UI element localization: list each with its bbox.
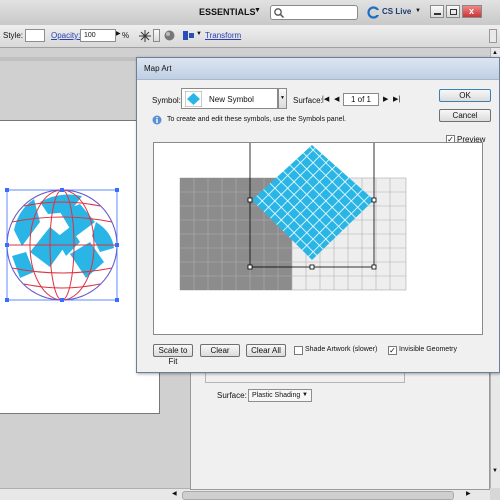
shade-artwork-checkbox[interactable] xyxy=(294,346,303,355)
next-icon[interactable]: ▶ xyxy=(383,95,388,103)
search-input[interactable] xyxy=(270,5,358,20)
cancel-button[interactable]: Cancel xyxy=(439,109,491,122)
align-icon[interactable] xyxy=(182,29,195,42)
invisible-geometry-label: Invisible Geometry xyxy=(399,346,457,353)
cs-live-menu[interactable]: CS Live xyxy=(382,7,411,16)
chevron-down-icon[interactable]: ▼ xyxy=(196,31,202,37)
map-art-dialog: Map Art Symbol: New Symbol ▼ Surface: |◀… xyxy=(136,57,500,373)
surface-label: Surface: xyxy=(217,391,247,400)
workspace-switcher[interactable]: ESSENTIALS xyxy=(199,7,256,17)
style-label: Style: xyxy=(3,31,24,40)
chevron-down-icon[interactable]: ▼ xyxy=(415,8,421,14)
chevron-down-icon[interactable]: ▼ xyxy=(278,88,287,109)
info-text: To create and edit these symbols, use th… xyxy=(167,116,346,123)
shade-artwork-label: Shade Artwork (slower) xyxy=(305,346,378,353)
application-bar: ESSENTIALS ▼ CS Live ▼ x xyxy=(0,0,500,26)
info-icon xyxy=(152,115,162,125)
first-icon[interactable]: |◀ xyxy=(322,95,329,103)
sphere-artwork[interactable] xyxy=(0,182,125,307)
globe-icon[interactable] xyxy=(163,29,176,42)
scroll-up-icon[interactable]: ▲ xyxy=(492,50,498,56)
opacity-field[interactable]: 100 xyxy=(80,29,116,42)
clear-button[interactable]: Clear xyxy=(200,344,240,357)
symbol-select[interactable]: New Symbol xyxy=(181,88,278,109)
restore-icon[interactable] xyxy=(446,5,460,18)
opacity-percent: % xyxy=(122,31,130,40)
scroll-right-icon[interactable]: ▶ xyxy=(466,490,471,497)
horizontal-scroll-thumb[interactable] xyxy=(182,491,454,500)
minimize-icon[interactable] xyxy=(430,5,444,18)
document-tab-strip xyxy=(0,57,136,61)
close-icon[interactable]: x xyxy=(462,5,482,18)
chevron-down-icon[interactable] xyxy=(153,29,160,42)
search-icon xyxy=(274,8,285,19)
map-art-preview[interactable] xyxy=(153,142,483,335)
transform-link[interactable]: Transform xyxy=(205,31,241,40)
surface-label: Surface: xyxy=(293,96,323,105)
ok-button[interactable]: OK xyxy=(439,89,491,102)
recolor-icon[interactable] xyxy=(138,29,152,43)
dialog-title-bar[interactable]: Map Art xyxy=(137,58,499,80)
invisible-geometry-checkbox[interactable]: ✓ xyxy=(388,346,397,355)
dialog-title: Map Art xyxy=(144,64,172,73)
opacity-link[interactable]: Opacity: xyxy=(51,31,80,40)
symbol-label: Symbol: xyxy=(152,96,181,105)
scroll-down-icon[interactable]: ▼ xyxy=(492,468,498,474)
prev-icon[interactable]: ◀ xyxy=(334,95,339,103)
scale-to-fit-button[interactable]: Scale to Fit xyxy=(153,344,193,366)
control-bar: Style: Opacity: 100 ▶ % ▼ Transform xyxy=(0,25,500,48)
panel-menu-icon[interactable] xyxy=(489,29,497,43)
chevron-right-icon[interactable]: ▶ xyxy=(116,30,121,37)
surface-grid xyxy=(179,143,407,291)
style-picker[interactable] xyxy=(25,29,45,42)
symbol-swatch-icon xyxy=(185,91,202,107)
surface-select[interactable]: Plastic Shading ▼ xyxy=(248,389,312,402)
last-icon[interactable]: ▶| xyxy=(393,95,400,103)
chevron-down-icon[interactable]: ▼ xyxy=(254,7,261,14)
chevron-down-icon: ▼ xyxy=(302,392,308,398)
cs-live-icon xyxy=(367,6,380,19)
scroll-left-icon[interactable]: ◀ xyxy=(172,490,177,497)
clear-all-button[interactable]: Clear All xyxy=(246,344,286,357)
surface-index-field[interactable]: 1 of 1 xyxy=(343,93,379,106)
